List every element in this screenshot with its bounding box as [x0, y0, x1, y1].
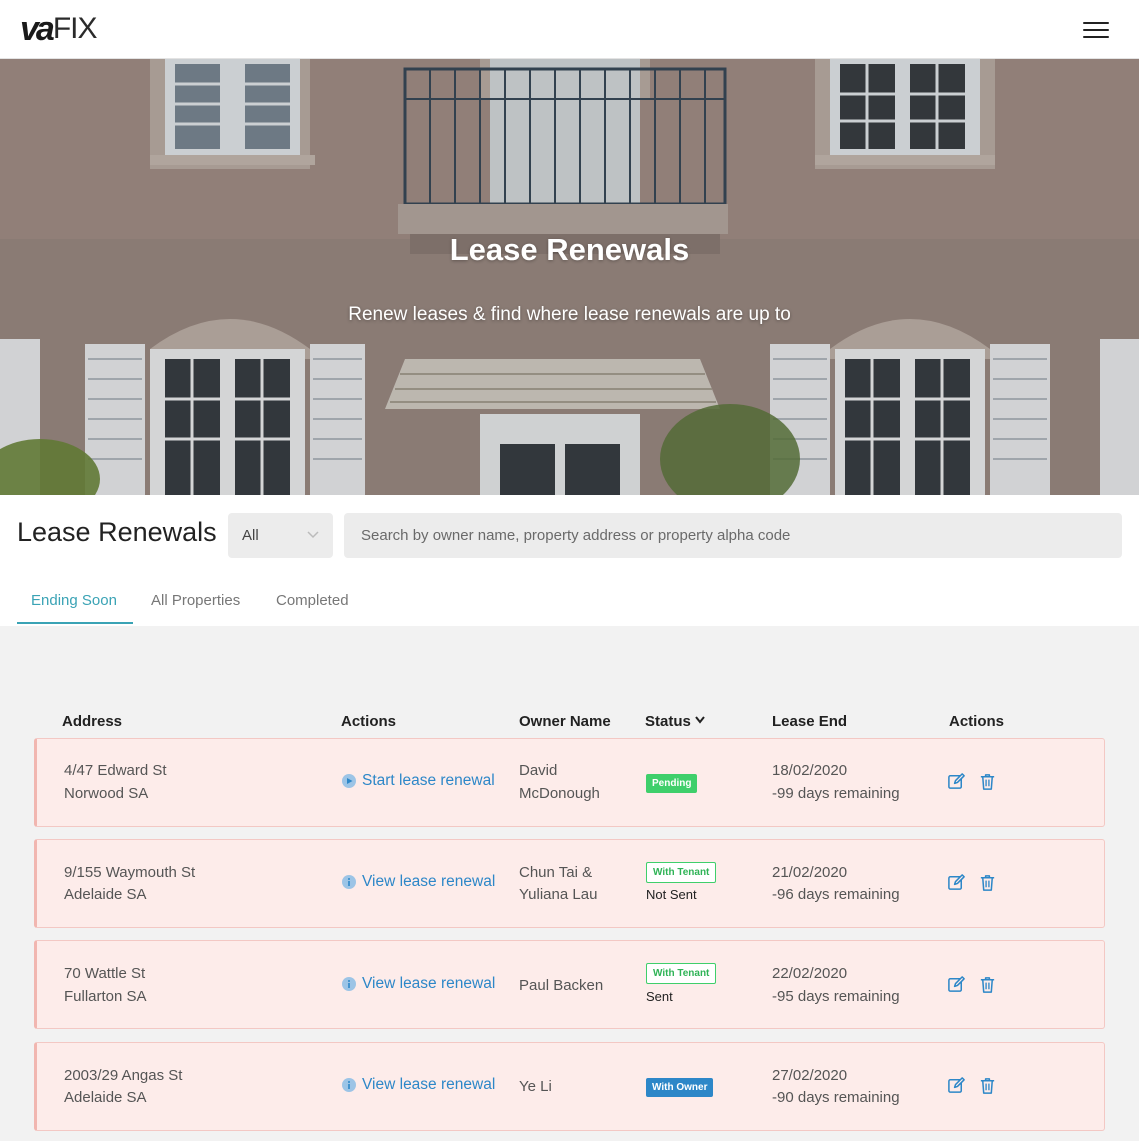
- chevron-down-icon: [307, 531, 319, 539]
- address-line2: Adelaide SA: [64, 886, 147, 903]
- tab-all-properties[interactable]: All Properties: [151, 592, 240, 609]
- address-line1: 4/47 Edward St: [64, 762, 167, 779]
- sub-status: Not Sent: [646, 887, 697, 902]
- days-remaining: -95 days remaining: [772, 988, 900, 1005]
- view-lease-renewal-link[interactable]: View lease renewal: [342, 873, 495, 891]
- view-lease-renewal-link[interactable]: View lease renewal: [342, 1076, 495, 1094]
- lease-end-date: 22/02/2020: [772, 965, 848, 982]
- status-badge: With Tenant: [646, 963, 717, 984]
- hero-banner: Lease Renewals Renew leases & find where…: [0, 59, 1139, 495]
- status-filter-value: All: [242, 527, 259, 544]
- address-line2: Fullarton SA: [64, 988, 147, 1005]
- status-badge: With Owner: [646, 1078, 714, 1097]
- info-circle-icon: [342, 1078, 356, 1092]
- status-badge: With Tenant: [646, 862, 717, 883]
- table-row: 2003/29 Angas St Adelaide SA View lease …: [34, 1042, 1105, 1131]
- logo-va: va: [20, 10, 55, 48]
- hero-title: Lease Renewals: [449, 232, 690, 267]
- filter-bar: Lease Renewals All Ending Soon All Prope…: [0, 495, 1139, 626]
- address-line1: 2003/29 Angas St: [64, 1067, 183, 1084]
- trash-icon[interactable]: [978, 975, 997, 994]
- table-row: 70 Wattle St Fullarton SA View lease ren…: [34, 940, 1105, 1029]
- lease-end-date: 21/02/2020: [772, 864, 848, 881]
- hero-subtitle: Renew leases & find where lease renewals…: [348, 304, 791, 325]
- owner-line2: Yuliana Lau: [519, 886, 598, 903]
- header-owner-name: Owner Name: [519, 713, 611, 730]
- header-actions: Actions: [341, 713, 397, 730]
- trash-icon[interactable]: [978, 873, 997, 892]
- address-line2: Adelaide SA: [64, 1089, 147, 1106]
- active-tab-indicator: [17, 622, 133, 624]
- link-label: View lease renewal: [362, 873, 496, 890]
- info-circle-icon: [342, 875, 356, 889]
- header-status-sort[interactable]: Status: [645, 713, 705, 730]
- status-badge: Pending: [646, 774, 698, 793]
- header-status-label: Status: [645, 713, 691, 730]
- lease-end-date: 27/02/2020: [772, 1067, 848, 1084]
- start-lease-renewal-link[interactable]: Start lease renewal: [342, 772, 495, 790]
- tab-ending-soon[interactable]: Ending Soon: [31, 592, 117, 609]
- tab-completed[interactable]: Completed: [276, 592, 349, 609]
- play-circle-icon: [342, 774, 356, 788]
- days-remaining: -96 days remaining: [772, 886, 900, 903]
- owner-line1: Chun Tai &: [519, 864, 593, 881]
- days-remaining: -90 days remaining: [772, 1089, 900, 1106]
- address-line2: Norwood SA: [64, 785, 149, 802]
- search-input[interactable]: [344, 513, 1122, 558]
- link-label: Start lease renewal: [362, 772, 495, 789]
- logo-fix: FIX: [52, 12, 98, 45]
- page-title: Lease Renewals: [17, 517, 217, 547]
- edit-icon[interactable]: [947, 772, 966, 791]
- edit-icon[interactable]: [947, 1076, 966, 1095]
- lease-end-date: 18/02/2020: [772, 762, 848, 779]
- sub-status: Sent: [646, 989, 673, 1004]
- days-remaining: -99 days remaining: [772, 785, 900, 802]
- vafix-logo[interactable]: va FIX: [20, 10, 98, 48]
- table-row: 9/155 Waymouth St Adelaide SA View lease…: [34, 839, 1105, 928]
- status-filter-select[interactable]: All: [228, 513, 333, 558]
- owner-line2: McDonough: [519, 785, 600, 802]
- table-row: 4/47 Edward St Norwood SA Start lease re…: [34, 738, 1105, 827]
- edit-icon[interactable]: [947, 975, 966, 994]
- address-line1: 9/155 Waymouth St: [64, 864, 196, 881]
- owner-line1: Paul Backen: [519, 977, 604, 994]
- address-line1: 70 Wattle St: [64, 965, 146, 982]
- hamburger-menu-icon[interactable]: [1083, 20, 1111, 40]
- caret-down-icon: [695, 716, 705, 724]
- top-bar: va FIX: [0, 0, 1139, 59]
- info-circle-icon: [342, 977, 356, 991]
- owner-line1: David: [519, 762, 558, 779]
- link-label: View lease renewal: [362, 975, 496, 992]
- edit-icon[interactable]: [947, 873, 966, 892]
- link-label: View lease renewal: [362, 1076, 496, 1093]
- building-facade-image: [0, 59, 1139, 495]
- header-address: Address: [62, 713, 123, 730]
- trash-icon[interactable]: [978, 1076, 997, 1095]
- header-lease-end: Lease End: [772, 713, 848, 730]
- view-lease-renewal-link[interactable]: View lease renewal: [342, 975, 495, 993]
- header-actions-2: Actions: [949, 713, 1005, 730]
- owner-line1: Ye Li: [519, 1078, 552, 1095]
- trash-icon[interactable]: [978, 772, 997, 791]
